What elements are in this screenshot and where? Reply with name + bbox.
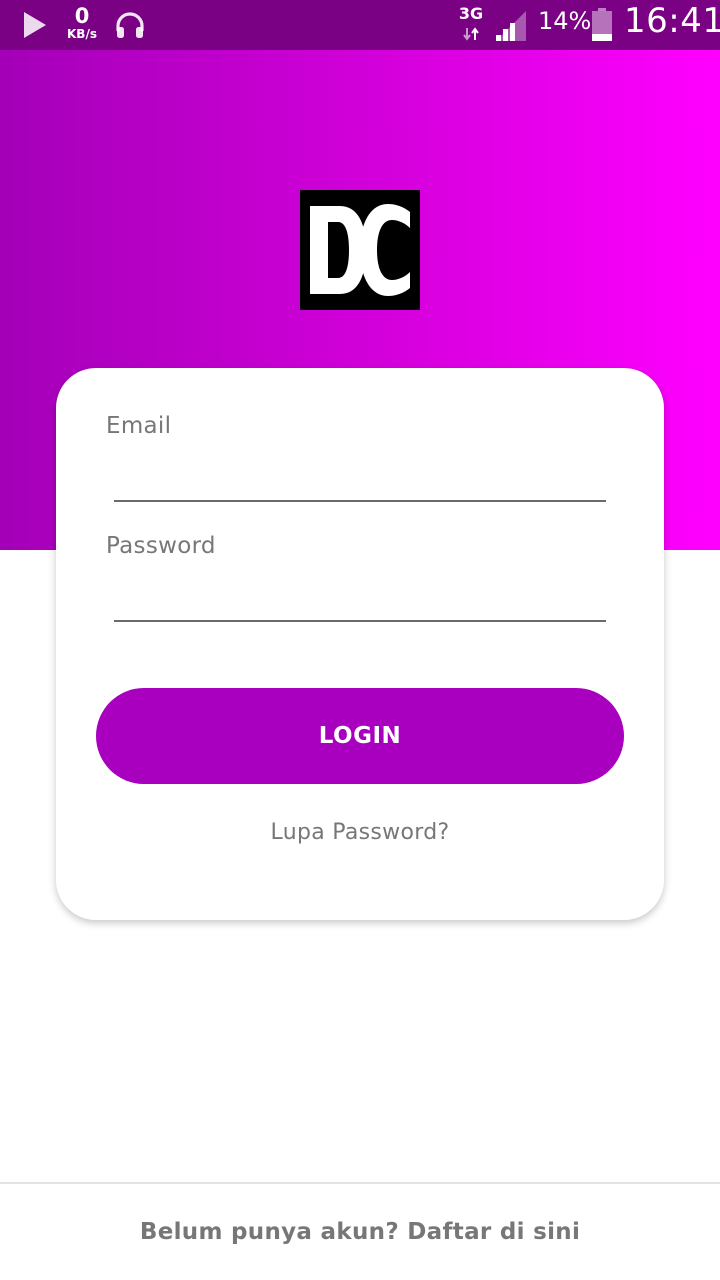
email-label: Email — [106, 413, 172, 439]
network-speed: 0 KB/s — [62, 4, 102, 41]
email-field[interactable] — [114, 460, 606, 502]
battery-icon — [591, 8, 613, 46]
login-screen: 0 KB/s 3G 14% 16:41 Email Password LOGIN… — [0, 0, 720, 1280]
login-button[interactable]: LOGIN — [96, 688, 624, 784]
password-field[interactable] — [114, 580, 606, 622]
login-card: Email Password LOGIN Lupa Password? — [56, 368, 664, 920]
battery-percent: 14% — [538, 7, 592, 35]
forgot-password-link[interactable]: Lupa Password? — [56, 820, 664, 845]
play-icon — [22, 11, 48, 43]
footer-divider — [0, 1182, 720, 1184]
network-speed-value: 0 — [74, 4, 90, 28]
network-type: 3G — [458, 4, 484, 23]
password-label: Password — [106, 533, 216, 559]
data-arrows-icon — [462, 26, 480, 45]
dc-logo-icon — [300, 190, 420, 310]
network-speed-unit: KB/s — [67, 27, 97, 41]
signal-icon — [494, 10, 528, 46]
clock: 16:41 — [624, 1, 720, 41]
register-link[interactable]: Belum punya akun? Daftar di sini — [0, 1219, 720, 1245]
headphones-icon — [114, 10, 146, 44]
status-bar: 0 KB/s 3G 14% 16:41 — [0, 0, 720, 50]
